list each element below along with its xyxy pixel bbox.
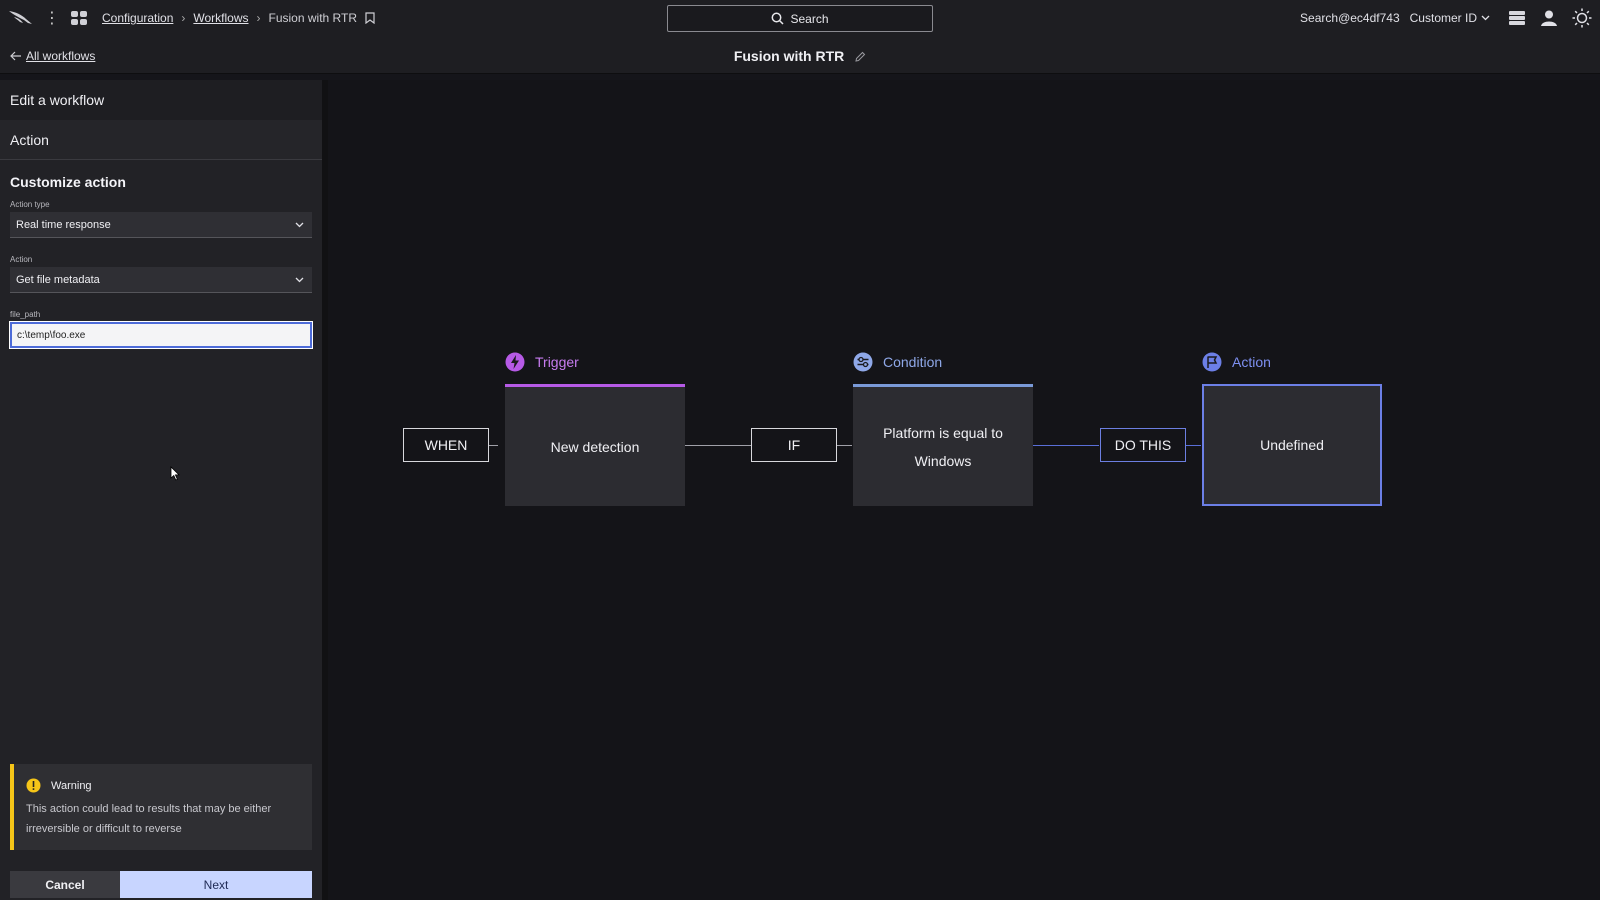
warning-icon bbox=[26, 778, 41, 793]
action-label-text: Action bbox=[1232, 354, 1271, 370]
trigger-label: Trigger bbox=[505, 352, 579, 372]
edit-workflow-panel: Edit a workflow Action Customize action … bbox=[0, 80, 322, 900]
customer-id-label: Customer ID bbox=[1409, 11, 1477, 25]
workflow-title: Fusion with RTR bbox=[0, 48, 1600, 64]
top-bar: ⋮ Configuration › Workflows › Fusion wit… bbox=[0, 0, 1600, 36]
notifications-icon[interactable] bbox=[1508, 10, 1526, 26]
trigger-label-text: Trigger bbox=[535, 354, 579, 370]
workflow-canvas[interactable]: WHEN IF DO THIS Trigger New detection Co… bbox=[328, 80, 1600, 900]
edit-pencil-icon[interactable] bbox=[854, 51, 866, 63]
mouse-cursor-icon bbox=[170, 466, 180, 481]
action-label: Action bbox=[10, 255, 33, 264]
search-label: Search bbox=[790, 11, 829, 26]
file-path-label: file_path bbox=[10, 310, 41, 319]
more-options-icon[interactable]: ⋮ bbox=[44, 8, 60, 28]
if-connector: IF bbox=[751, 428, 837, 462]
warning-title: Warning bbox=[51, 779, 92, 792]
action-value: Get file metadata bbox=[16, 273, 100, 286]
falcon-logo-icon[interactable] bbox=[8, 8, 34, 28]
action-node-text: Undefined bbox=[1260, 437, 1324, 453]
customize-action-section: Customize action Action type Real time r… bbox=[0, 160, 322, 349]
action-type-value: Real time response bbox=[16, 218, 111, 231]
do-this-connector: DO THIS bbox=[1100, 428, 1186, 462]
connector-line bbox=[1033, 445, 1099, 446]
top-right-controls: Search@ec4df743 Customer ID bbox=[1300, 0, 1600, 36]
warning-title-row: Warning bbox=[26, 778, 300, 793]
condition-node-text: Platform is equal to Windows bbox=[883, 424, 1003, 469]
file-path-input[interactable] bbox=[9, 321, 313, 349]
when-connector: WHEN bbox=[403, 428, 489, 462]
chevron-down-icon bbox=[295, 222, 304, 227]
action-type-label: Action type bbox=[10, 200, 50, 209]
warning-notification: Warning This action could lead to result… bbox=[10, 764, 312, 850]
action-select[interactable]: Get file metadata bbox=[10, 267, 312, 293]
apps-menu-icon[interactable] bbox=[70, 10, 88, 26]
chevron-right-icon: › bbox=[181, 11, 186, 25]
panel-heading: Edit a workflow bbox=[0, 80, 322, 120]
condition-label-text: Condition bbox=[883, 354, 943, 370]
cancel-button[interactable]: Cancel bbox=[10, 871, 120, 898]
action-label: Action bbox=[1202, 352, 1271, 372]
lightning-icon bbox=[505, 352, 525, 372]
panel-step-title: Action bbox=[0, 120, 322, 160]
section-title: Customize action bbox=[10, 174, 126, 190]
workflow-title-text: Fusion with RTR bbox=[733, 48, 845, 64]
user-profile-icon[interactable] bbox=[1540, 9, 1558, 27]
chevron-down-icon bbox=[295, 277, 304, 282]
customer-id-dropdown[interactable]: Customer ID bbox=[1410, 11, 1490, 25]
chevron-down-icon bbox=[1481, 15, 1490, 21]
flag-icon bbox=[1202, 352, 1222, 372]
breadcrumb-workflows[interactable]: Workflows bbox=[193, 11, 248, 25]
next-button[interactable]: Next bbox=[120, 871, 312, 898]
sliders-icon bbox=[853, 352, 873, 372]
breadcrumb-configuration[interactable]: Configuration bbox=[102, 11, 173, 25]
connector-line bbox=[685, 445, 751, 446]
breadcrumb: Configuration › Workflows › Fusion with … bbox=[102, 11, 375, 25]
breadcrumb-current: Fusion with RTR bbox=[268, 11, 357, 25]
connector-line bbox=[836, 445, 852, 446]
warning-text: This action could lead to results that m… bbox=[26, 803, 272, 835]
workflow-header: All workflows Fusion with RTR bbox=[0, 36, 1600, 74]
condition-label: Condition bbox=[853, 352, 942, 372]
trigger-node-text: New detection bbox=[550, 438, 640, 455]
connector-line bbox=[1185, 445, 1201, 446]
action-type-select[interactable]: Real time response bbox=[10, 212, 312, 238]
theme-toggle-sun-icon[interactable] bbox=[1572, 8, 1592, 28]
condition-node[interactable]: Platform is equal to Windows bbox=[853, 384, 1033, 506]
bookmark-icon[interactable] bbox=[365, 12, 375, 24]
chevron-right-icon: › bbox=[256, 11, 261, 25]
global-search-button[interactable]: Search bbox=[667, 5, 933, 32]
search-icon bbox=[772, 12, 785, 25]
action-node[interactable]: Undefined bbox=[1202, 384, 1382, 506]
user-account-name[interactable]: Search@ec4df743 bbox=[1300, 11, 1400, 25]
trigger-node[interactable]: New detection bbox=[505, 384, 685, 506]
